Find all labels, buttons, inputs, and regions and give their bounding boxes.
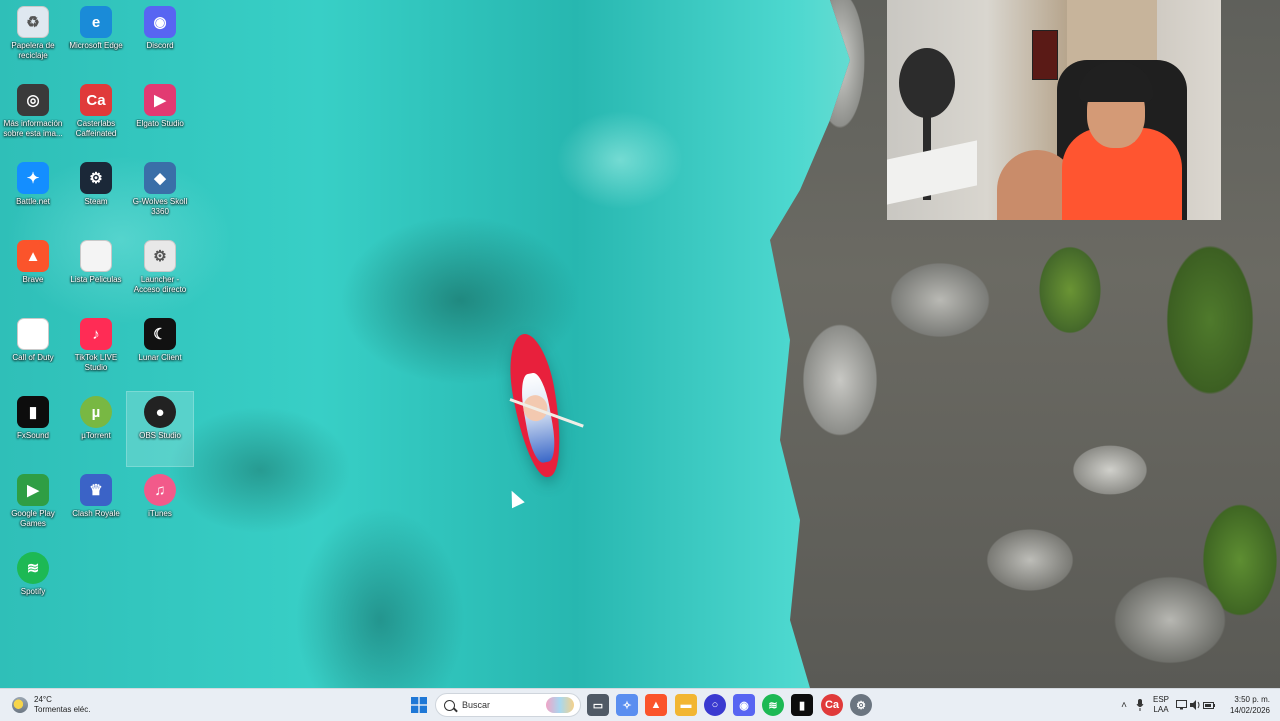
weather-widget[interactable]: 24°C Tormentas eléc.	[12, 693, 90, 717]
taskbar-copilot-icon[interactable]: ✧	[616, 694, 638, 716]
desktop-icon-lunar-client[interactable]: ☾ Lunar Client	[127, 314, 193, 388]
desktop-icon-fxsound[interactable]: ▮ FxSound	[0, 392, 66, 466]
desktop-icon-label: Steam	[84, 197, 108, 206]
utorrent-icon: µ	[80, 396, 112, 428]
desktop-icon-elgato[interactable]: ▶ Elgato Studio	[127, 80, 193, 154]
desktop-icon-clash-royale[interactable]: ♛ Clash Royale	[63, 470, 129, 544]
steam-icon: ⚙	[80, 162, 112, 194]
desktop-icon-label: Spotify	[20, 587, 46, 596]
launcher-shortcut-icon: ⚙	[144, 240, 176, 272]
search-icon	[444, 699, 455, 711]
desktop-icon-label: Casterlabs Caffeinated	[75, 119, 117, 138]
taskbar-clock[interactable]: 3:50 p. m. 14/02/2026	[1214, 694, 1270, 716]
desktop-icon-label: Google Play Games	[11, 509, 55, 528]
volume-icon[interactable]	[1188, 698, 1202, 712]
taskbar-task-view-icon[interactable]: ▭	[587, 694, 609, 716]
taskbar-search-box[interactable]: Buscar	[435, 693, 581, 717]
taskbar: 24°C Tormentas eléc. Buscar ▭ ✧ ▲ ▬ ○ ◉ ≋ ▮ Ca ⚙ …	[0, 688, 1280, 721]
document-icon	[80, 240, 112, 272]
taskbar-discord-icon[interactable]: ◉	[733, 694, 755, 716]
desktop-icon-label: Brave	[22, 275, 44, 284]
info-camera-icon: ◎	[17, 84, 49, 116]
taskbar-brave-icon[interactable]: ▲	[645, 694, 667, 716]
desktop-icon-label: Discord	[146, 41, 174, 50]
desktop-icon-obs[interactable]: ● OBS Studio	[126, 391, 194, 467]
weather-temperature: 24°C	[34, 695, 52, 704]
taskbar-file-explorer-icon[interactable]: ▬	[675, 694, 697, 716]
elgato-icon: ▶	[144, 84, 176, 116]
brave-icon: ▲	[17, 240, 49, 272]
desktop-icon-label: Launcher - Acceso directo	[133, 275, 187, 294]
desktop-icon-label: OBS Studio	[139, 431, 181, 440]
taskbar-spotify-icon[interactable]: ≋	[762, 694, 784, 716]
clock-time: 3:50 p. m.	[1234, 695, 1270, 704]
desktop-icon-tiktok-live[interactable]: ♪ TikTok LIVE Studio	[63, 314, 129, 388]
clash-royale-icon: ♛	[80, 474, 112, 506]
language-indicator[interactable]: ESP LAA	[1148, 695, 1174, 715]
itunes-icon: ♫	[144, 474, 176, 506]
casterlabs-icon: Ca	[80, 84, 112, 116]
desktop-icon-label: Call of Duty	[12, 353, 54, 362]
desktop-icon-label: Papelera de reciclaje	[11, 41, 55, 60]
desktop-icon-discord[interactable]: ◉ Discord	[127, 2, 193, 76]
search-placeholder: Buscar	[462, 700, 491, 710]
desktop-icon-label: Más información sobre esta ima...	[3, 119, 63, 138]
obs-icon: ●	[144, 396, 176, 428]
desktop-icon-document[interactable]: Call of Duty	[0, 314, 66, 388]
desktop-icon-google-play-games[interactable]: ▶ Google Play Games	[0, 470, 66, 544]
google-play-games-icon: ▶	[17, 474, 49, 506]
weather-condition: Tormentas eléc.	[34, 705, 91, 714]
document-icon	[17, 318, 49, 350]
desktop-icon-label: Lunar Client	[138, 353, 182, 362]
system-tray: ˄ ESP LAA	[1116, 689, 1216, 721]
tiktok-live-icon: ♪	[80, 318, 112, 350]
gwolves-icon: ◆	[144, 162, 176, 194]
keyboard-layout: LAA	[1153, 705, 1169, 714]
desktop-icon-label: Microsoft Edge	[69, 41, 123, 50]
taskbar-casterlabs-icon[interactable]: Ca	[821, 694, 843, 716]
taskbar-cortana-icon[interactable]: ○	[704, 694, 726, 716]
search-highlight-icon	[546, 697, 574, 713]
edge-icon: e	[80, 6, 112, 38]
discord-icon: ◉	[144, 6, 176, 38]
language-code: ESP	[1152, 695, 1169, 704]
chevron-up-icon[interactable]: ˄	[1116, 700, 1132, 711]
spotify-icon: ≋	[17, 552, 49, 584]
desktop-icon-label: Lista Peliculas	[70, 275, 122, 284]
desktop-icon-utorrent[interactable]: µ µTorrent	[63, 392, 129, 466]
desktop-icon-label: Clash Royale	[72, 509, 120, 518]
windows-start-icon[interactable]	[408, 694, 430, 716]
desktop-icon-recycle-bin[interactable]: ♻ Papelera de reciclaje	[0, 2, 66, 76]
desktop-icon-label: TikTok LIVE Studio	[74, 353, 118, 372]
lunar-client-icon: ☾	[144, 318, 176, 350]
desktop-icon-label: Battle.net	[16, 197, 50, 206]
desktop-icon-itunes[interactable]: ♫ iTunes	[127, 470, 193, 544]
desktop-icon-spotify[interactable]: ≋ Spotify	[0, 548, 66, 622]
microphone-icon[interactable]	[1132, 697, 1148, 713]
desktop-icon-edge[interactable]: e Microsoft Edge	[63, 2, 129, 76]
desktop-icon-label: FxSound	[16, 431, 50, 440]
desktop-icon-launcher-shortcut[interactable]: ⚙ Launcher - Acceso directo	[127, 236, 193, 310]
desktop-icon-label: G-Wolves Skoll 3360	[132, 197, 188, 216]
desktop-icon-label: Elgato Studio	[136, 119, 184, 128]
recycle-bin-icon: ♻	[17, 6, 49, 38]
clock-date: 14/02/2026	[1229, 706, 1270, 715]
desktop-icon-battlenet[interactable]: ✦ Battle.net	[0, 158, 66, 232]
desktop-icon-gwolves[interactable]: ◆ G-Wolves Skoll 3360	[127, 158, 193, 232]
weather-storm-icon	[12, 697, 28, 713]
desktop-icon-brave[interactable]: ▲ Brave	[0, 236, 66, 310]
desktop-icon-info-camera[interactable]: ◎ Más información sobre esta ima...	[0, 80, 66, 154]
webcam-overlay	[887, 0, 1221, 220]
monitor-icon[interactable]	[1174, 698, 1188, 712]
desktop-icon-label: µTorrent	[81, 431, 111, 440]
fxsound-icon: ▮	[17, 396, 49, 428]
battlenet-icon: ✦	[17, 162, 49, 194]
taskbar-settings-icon[interactable]: ⚙	[850, 694, 872, 716]
desktop-icon-steam[interactable]: ⚙ Steam	[63, 158, 129, 232]
wallpaper-paddleboard	[502, 330, 570, 481]
desktop-icon-document[interactable]: Lista Peliculas	[63, 236, 129, 310]
desktop-icon-label: iTunes	[148, 509, 172, 518]
desktop-icon-casterlabs[interactable]: Ca Casterlabs Caffeinated	[63, 80, 129, 154]
taskbar-fxsound-icon[interactable]: ▮	[791, 694, 813, 716]
